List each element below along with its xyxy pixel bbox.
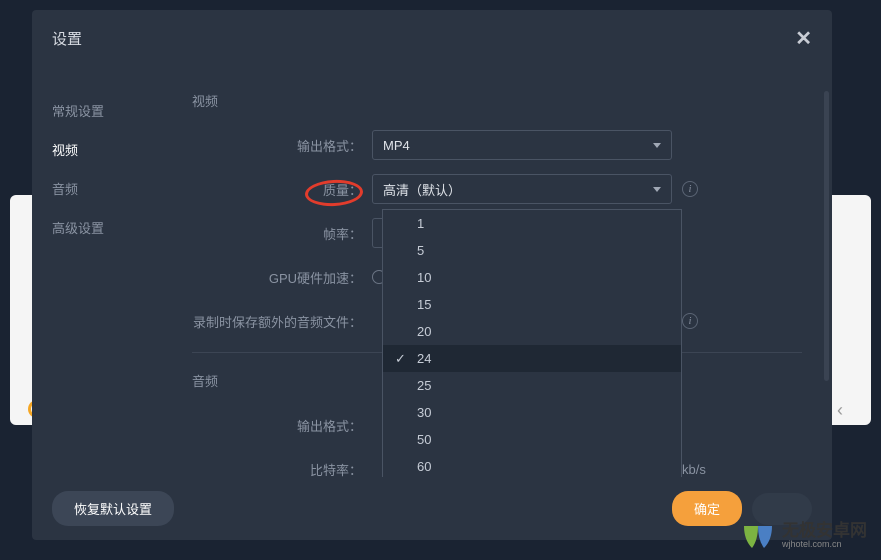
info-icon[interactable]: i [682,313,698,329]
label-audio-format: 输出格式： [192,416,372,435]
select-output-format[interactable]: MP4 [372,130,672,160]
content-panel: 视频 输出格式： MP4 质量： 高清（默认） i 帧率： 24 [172,61,832,477]
row-output-format: 输出格式： MP4 [192,130,802,160]
dropdown-item-selected[interactable]: 24 [383,345,681,372]
dropdown-item[interactable]: 60 [383,453,681,477]
restore-defaults-button[interactable]: 恢复默认设置 [52,491,174,526]
select-quality[interactable]: 高清（默认） [372,174,672,204]
watermark-text: 无极安卓网 wjhotel.com.cn [782,522,867,551]
label-output-format: 输出格式： [192,136,372,155]
framerate-dropdown: 1 5 10 15 20 24 25 30 50 60 [382,209,682,477]
sidebar-item-advanced[interactable]: 高级设置 [32,208,172,247]
dialog-body: 常规设置 视频 音频 高级设置 视频 输出格式： MP4 质量： 高清（默认） [32,61,832,477]
chevron-down-icon [653,187,661,192]
settings-dialog: 设置 ✕ 常规设置 视频 音频 高级设置 视频 输出格式： MP4 质量： [32,10,832,540]
label-extra-audio: 录制时保存额外的音频文件： [192,312,372,331]
select-output-format-value: MP4 [383,138,410,153]
dropdown-item[interactable]: 20 [383,318,681,345]
sidebar-item-audio[interactable]: 音频 [32,169,172,208]
chevron-icon: ‹ [837,400,843,421]
dropdown-item[interactable]: 30 [383,399,681,426]
dialog-header: 设置 ✕ [32,10,832,61]
watermark-en: wjhotel.com.cn [782,540,867,550]
sidebar-item-general[interactable]: 常规设置 [32,91,172,130]
row-quality: 质量： 高清（默认） i [192,174,802,204]
watermark-cn: 无极安卓网 [782,522,867,541]
dropdown-item[interactable]: 10 [383,264,681,291]
chevron-down-icon [653,143,661,148]
label-framerate: 帧率： [192,224,372,243]
dropdown-item[interactable]: 15 [383,291,681,318]
watermark-logo-icon [740,518,776,554]
bitrate-unit: kb/s [682,462,706,477]
scrollbar[interactable] [824,91,829,381]
dropdown-item[interactable]: 5 [383,237,681,264]
label-bitrate: 比特率： [192,460,372,478]
dropdown-item[interactable]: 50 [383,426,681,453]
video-section-title: 视频 [192,91,802,110]
sidebar: 常规设置 视频 音频 高级设置 [32,61,172,477]
dropdown-item[interactable]: 25 [383,372,681,399]
info-icon[interactable]: i [682,181,698,197]
label-gpu: GPU硬件加速： [192,268,372,287]
label-quality: 质量： [192,180,372,199]
dialog-title: 设置 [52,28,82,49]
ok-button[interactable]: 确定 [672,491,742,526]
watermark: 无极安卓网 wjhotel.com.cn [740,518,867,554]
sidebar-item-video[interactable]: 视频 [32,130,172,169]
close-button[interactable]: ✕ [795,26,812,51]
dialog-footer: 恢复默认设置 确定 [32,477,832,540]
select-quality-value: 高清（默认） [383,180,461,199]
dropdown-item[interactable]: 1 [383,210,681,237]
